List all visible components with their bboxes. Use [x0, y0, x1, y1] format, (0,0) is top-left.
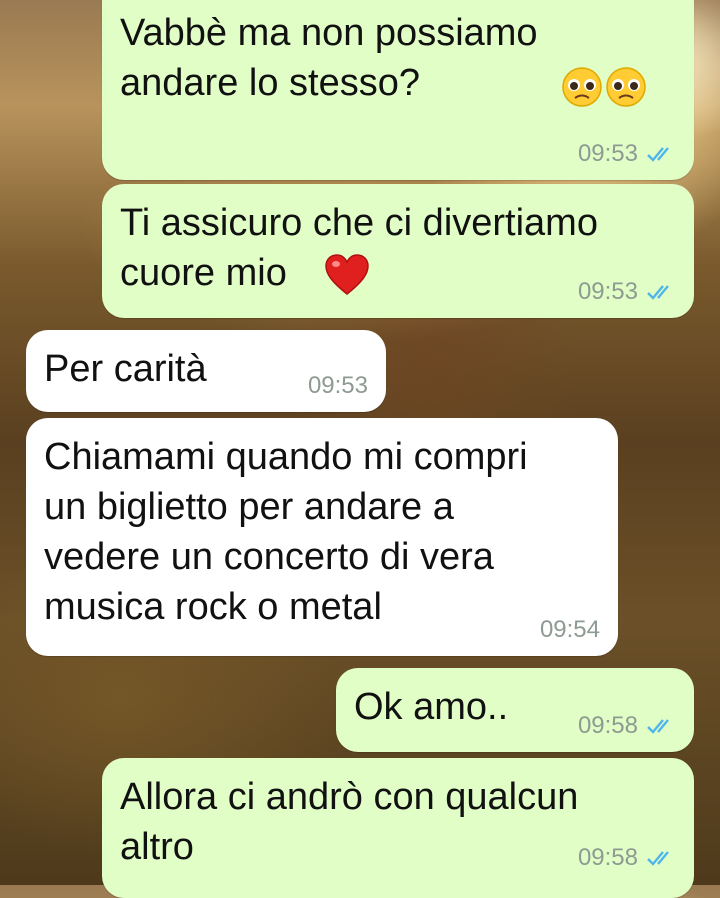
message-meta: 09:53 [578, 140, 676, 168]
message-time: 09:58 [577, 712, 638, 739]
read-double-check-icon [647, 285, 669, 300]
message-time: 09:54 [539, 616, 600, 643]
outgoing-message-2[interactable]: Ti assicuro che ci divertiamo cuore mio … [102, 184, 694, 318]
message-meta: 09:58 [578, 844, 676, 872]
message-text: Chiamami quando mi compri un biglietto p… [44, 436, 528, 628]
incoming-message-1[interactable]: Per carità 09:53 [26, 330, 386, 412]
message-meta: 09:54 [540, 616, 600, 644]
read-double-check-icon [647, 851, 669, 866]
message-meta: 09:53 [308, 372, 368, 400]
outgoing-message-3[interactable]: Ok amo.. 09:58 [336, 668, 694, 752]
read-double-check-icon [647, 719, 669, 734]
message-text: Ok amo.. [354, 686, 509, 728]
message-text: Per carità [44, 348, 207, 390]
read-double-check-icon [647, 147, 669, 162]
outgoing-message-1[interactable]: Vabbè ma non possiamo andare lo stesso? … [102, 0, 694, 180]
pleading-face-icon [560, 67, 604, 112]
message-time: 09:53 [577, 278, 638, 305]
message-time: 09:53 [577, 140, 638, 167]
pleading-face-icon [604, 67, 648, 112]
message-text: Vabbè ma non possiamo andare lo stesso? [120, 12, 538, 104]
message-time: 09:53 [307, 372, 368, 399]
message-text: Allora ci andrò con qualcun altro [120, 776, 579, 868]
outgoing-message-4[interactable]: Allora ci andrò con qualcun altro 09:58 [102, 758, 694, 898]
message-meta: 09:58 [578, 712, 676, 740]
message-time: 09:58 [577, 844, 638, 871]
red-heart-icon [324, 254, 370, 301]
incoming-message-2[interactable]: Chiamami quando mi compri un biglietto p… [26, 418, 618, 656]
message-meta: 09:53 [578, 278, 676, 306]
